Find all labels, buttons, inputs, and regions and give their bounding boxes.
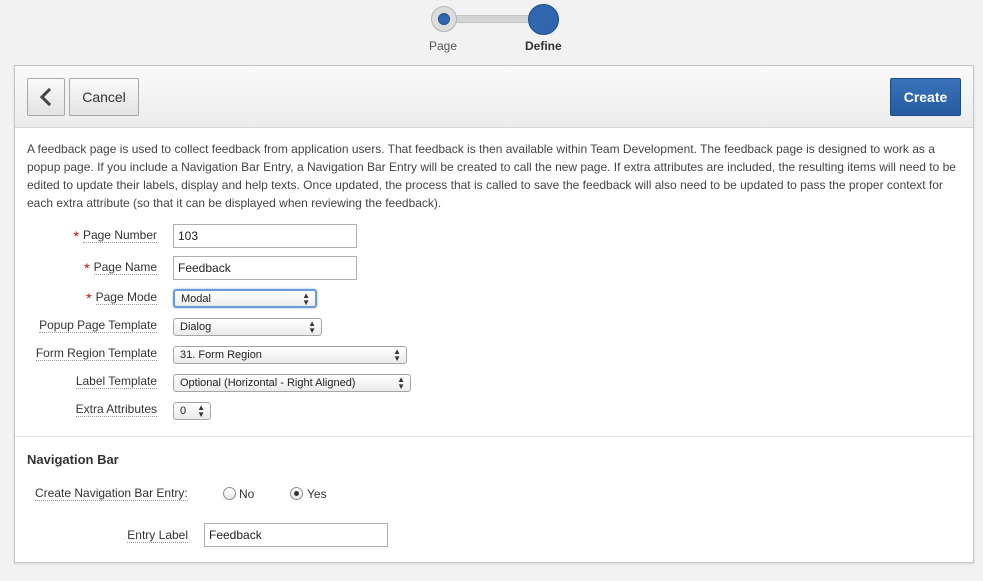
page-number-input[interactable] [173,224,357,248]
page-name-label: * Page Name [84,260,157,276]
page-mode-label: * Page Mode [86,290,157,306]
select-arrows-icon: ▲ ▼ [302,291,310,307]
popup-template-select[interactable]: Dialog ▲ ▼ [173,318,322,336]
nav-entry-yes-radio[interactable] [290,487,303,500]
entry-label-label: Entry Label [127,528,188,543]
label-template-label: Label Template [75,374,157,389]
form-region-template-label: Form Region Template [35,346,157,361]
nav-entry-no-radio[interactable] [223,487,236,500]
wizard-step-page-label: Page [429,39,458,53]
entry-label-input[interactable] [204,523,388,547]
nav-entry-yes-label[interactable]: Yes [307,487,327,501]
popup-template-value: Dialog [180,321,212,333]
wizard-progress: Page Define [0,0,983,62]
page-description: A feedback page is used to collect feedb… [27,142,956,210]
page-mode-select[interactable]: Modal ▲ ▼ [173,289,317,308]
wizard-step-page-dot [438,13,450,25]
section-divider [15,436,973,437]
wizard-step-define [528,4,559,35]
create-nav-entry-label: Create Navigation Bar Entry: [35,486,188,501]
extra-attributes-select[interactable]: 0 ▲ ▼ [173,402,211,420]
navigation-bar-heading: Navigation Bar [27,452,119,467]
extra-attributes-value: 0 [180,405,187,417]
required-marker: * [86,290,92,306]
page-number-label: * Page Number [73,228,157,244]
required-marker: * [73,228,79,244]
page-name-input[interactable] [173,256,357,280]
extra-attributes-label: Extra Attributes [75,402,157,417]
create-button[interactable]: Create [890,78,961,116]
back-button[interactable] [27,78,65,116]
nav-entry-no-label[interactable]: No [239,487,254,501]
label-template-value: Optional (Horizontal - Right Aligned) [180,377,356,389]
cancel-button[interactable]: Cancel [69,78,139,116]
wizard-toolbar: Cancel Create [15,66,973,128]
label-template-select[interactable]: Optional (Horizontal - Right Aligned) ▲ ▼ [173,374,411,392]
wizard-step-define-label: Define [525,39,562,53]
form-region-template-value: 31. Form Region [180,349,262,361]
page-mode-value: Modal [181,292,211,305]
chevron-left-icon [39,88,52,106]
select-arrows-icon: ▲ ▼ [197,403,205,419]
wizard-step-page [431,6,457,32]
select-arrows-icon: ▲ ▼ [393,347,401,363]
wizard-card: Cancel Create A feedback page is used to… [14,65,974,563]
select-arrows-icon: ▲ ▼ [397,375,405,391]
select-arrows-icon: ▲ ▼ [308,319,316,335]
popup-template-label: Popup Page Template [39,318,157,333]
required-marker: * [84,260,90,276]
form-region-template-select[interactable]: 31. Form Region ▲ ▼ [173,346,407,364]
